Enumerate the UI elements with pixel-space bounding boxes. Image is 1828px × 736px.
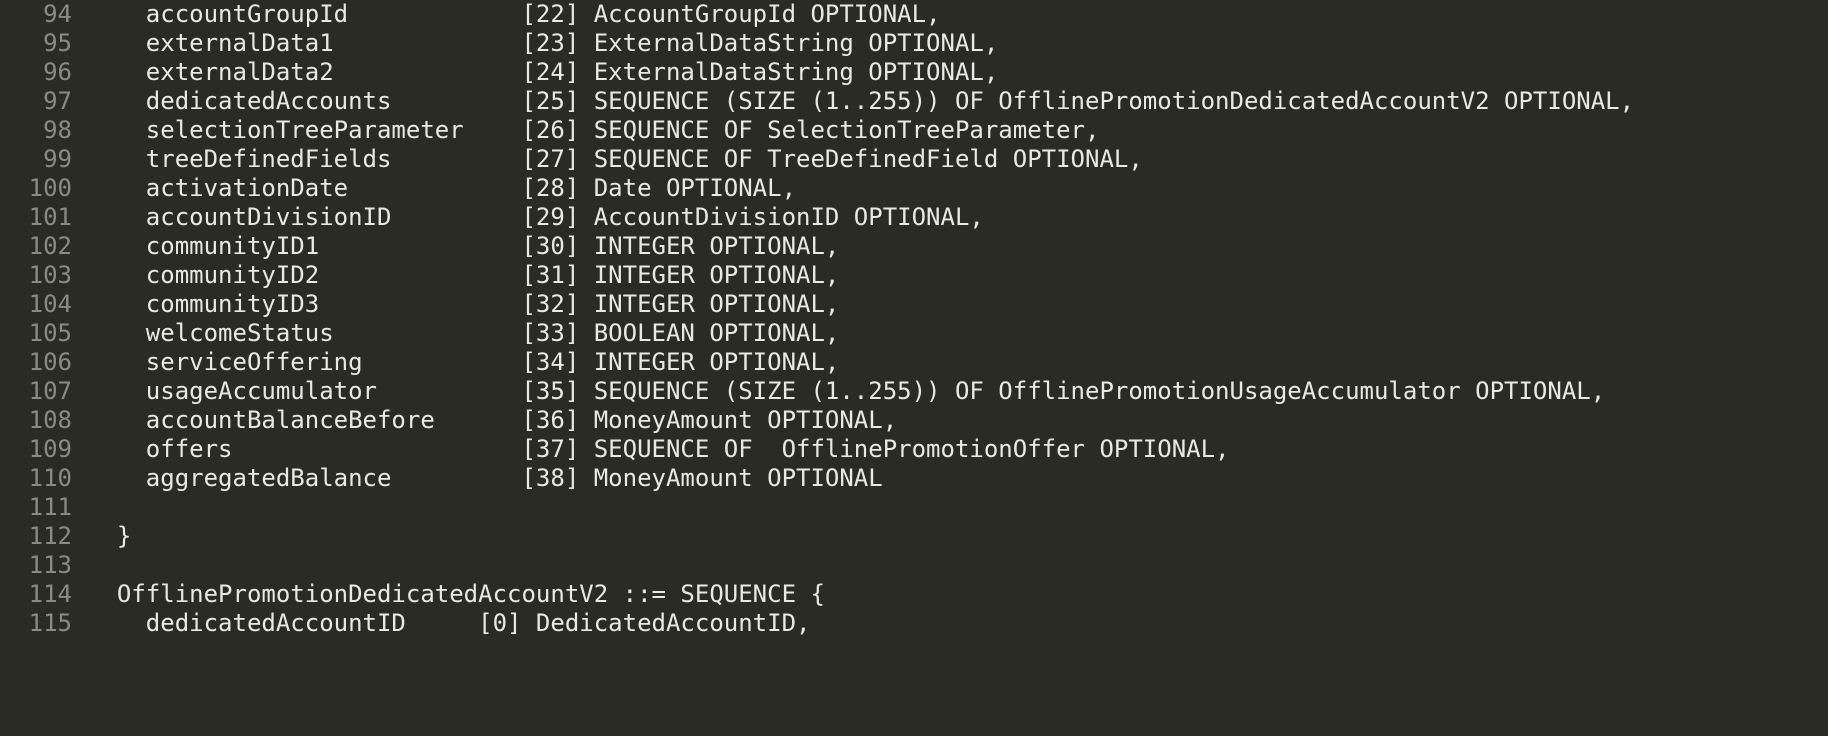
line-number: 102 bbox=[0, 232, 72, 261]
code-line[interactable]: communityID3 [32] INTEGER OPTIONAL, bbox=[88, 290, 1828, 319]
line-number: 111 bbox=[0, 493, 72, 522]
line-number: 108 bbox=[0, 406, 72, 435]
line-number: 101 bbox=[0, 203, 72, 232]
line-number: 107 bbox=[0, 377, 72, 406]
code-editor[interactable]: 9495969798991001011021031041051061071081… bbox=[0, 0, 1828, 736]
code-line[interactable]: usageAccumulator [35] SEQUENCE (SIZE (1.… bbox=[88, 377, 1828, 406]
line-number: 112 bbox=[0, 522, 72, 551]
code-line[interactable]: selectionTreeParameter [26] SEQUENCE OF … bbox=[88, 116, 1828, 145]
code-line[interactable]: welcomeStatus [33] BOOLEAN OPTIONAL, bbox=[88, 319, 1828, 348]
code-line[interactable]: serviceOffering [34] INTEGER OPTIONAL, bbox=[88, 348, 1828, 377]
line-number: 105 bbox=[0, 319, 72, 348]
line-number: 100 bbox=[0, 174, 72, 203]
code-line[interactable] bbox=[88, 493, 1828, 522]
code-line[interactable]: OfflinePromotionDedicatedAccountV2 ::= S… bbox=[88, 580, 1828, 609]
line-number: 115 bbox=[0, 609, 72, 638]
line-number: 95 bbox=[0, 29, 72, 58]
line-number: 104 bbox=[0, 290, 72, 319]
code-line[interactable]: communityID2 [31] INTEGER OPTIONAL, bbox=[88, 261, 1828, 290]
line-number: 97 bbox=[0, 87, 72, 116]
line-number: 110 bbox=[0, 464, 72, 493]
code-line[interactable]: accountBalanceBefore [36] MoneyAmount OP… bbox=[88, 406, 1828, 435]
code-line[interactable]: treeDefinedFields [27] SEQUENCE OF TreeD… bbox=[88, 145, 1828, 174]
code-line[interactable]: activationDate [28] Date OPTIONAL, bbox=[88, 174, 1828, 203]
code-line[interactable] bbox=[88, 551, 1828, 580]
code-line[interactable]: communityID1 [30] INTEGER OPTIONAL, bbox=[88, 232, 1828, 261]
code-line[interactable]: accountDivisionID [29] AccountDivisionID… bbox=[88, 203, 1828, 232]
line-number: 114 bbox=[0, 580, 72, 609]
code-line[interactable]: externalData1 [23] ExternalDataString OP… bbox=[88, 29, 1828, 58]
code-line[interactable]: offers [37] SEQUENCE OF OfflinePromotion… bbox=[88, 435, 1828, 464]
line-number: 94 bbox=[0, 0, 72, 29]
code-line[interactable]: externalData2 [24] ExternalDataString OP… bbox=[88, 58, 1828, 87]
line-number: 96 bbox=[0, 58, 72, 87]
line-number-gutter: 9495969798991001011021031041051061071081… bbox=[0, 0, 76, 736]
code-line[interactable]: accountGroupId [22] AccountGroupId OPTIO… bbox=[88, 0, 1828, 29]
line-number: 106 bbox=[0, 348, 72, 377]
code-line[interactable]: dedicatedAccountID [0] DedicatedAccountI… bbox=[88, 609, 1828, 638]
code-area[interactable]: accountGroupId [22] AccountGroupId OPTIO… bbox=[76, 0, 1828, 736]
line-number: 103 bbox=[0, 261, 72, 290]
code-line[interactable]: dedicatedAccounts [25] SEQUENCE (SIZE (1… bbox=[88, 87, 1828, 116]
line-number: 99 bbox=[0, 145, 72, 174]
code-line[interactable]: } bbox=[88, 522, 1828, 551]
line-number: 113 bbox=[0, 551, 72, 580]
code-line[interactable]: aggregatedBalance [38] MoneyAmount OPTIO… bbox=[88, 464, 1828, 493]
line-number: 109 bbox=[0, 435, 72, 464]
line-number: 98 bbox=[0, 116, 72, 145]
